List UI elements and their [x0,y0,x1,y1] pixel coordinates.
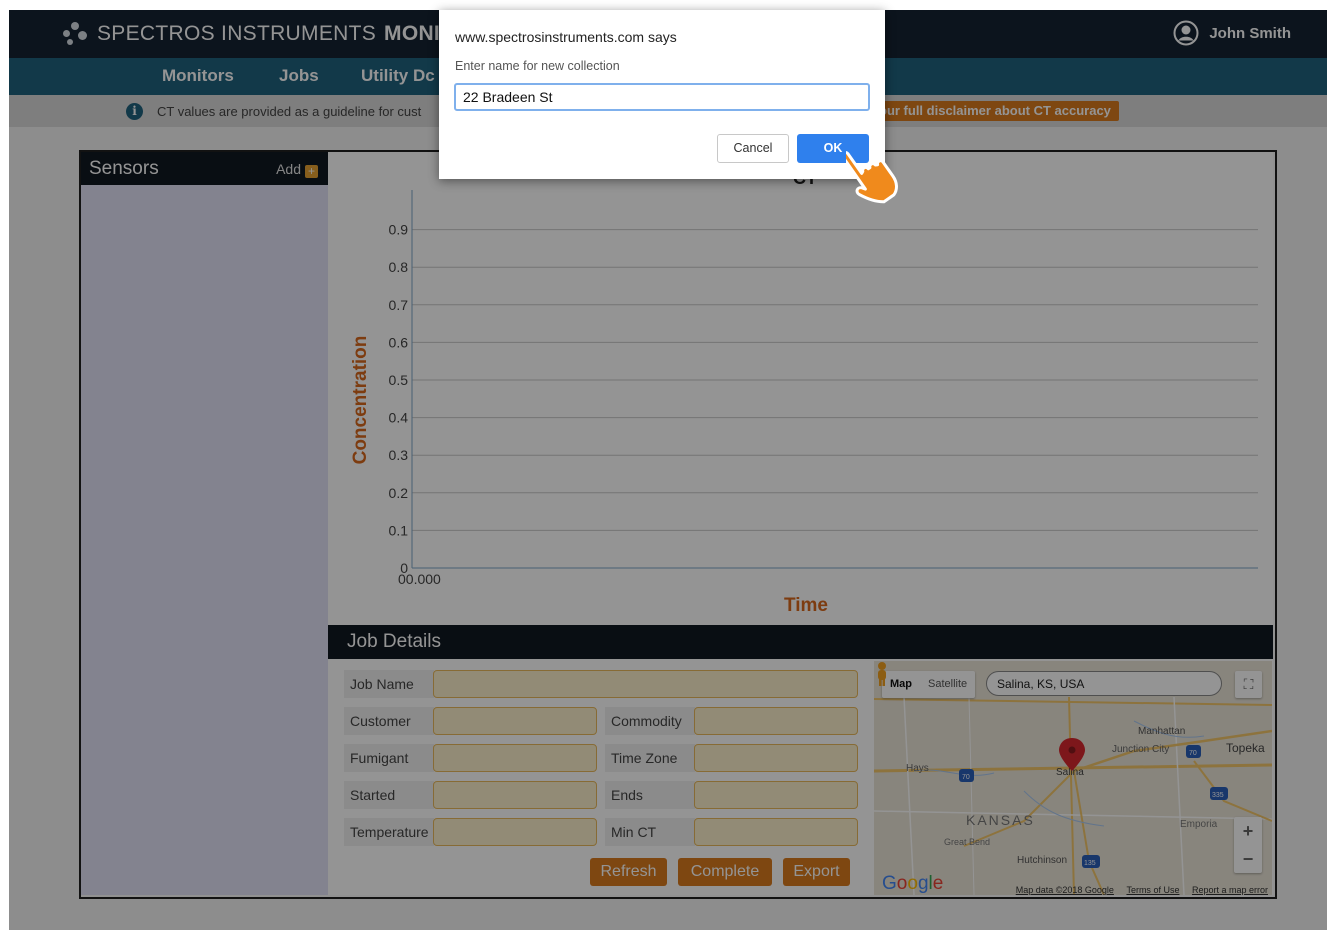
dialog-title: www.spectrosinstruments.com says [455,29,677,45]
collection-name-input[interactable]: 22 Bradeen St [454,83,870,111]
dialog-message: Enter name for new collection [455,59,620,73]
cancel-button[interactable]: Cancel [717,134,789,163]
pointer-cursor-icon [846,150,898,204]
prompt-dialog: www.spectrosinstruments.com says Enter n… [439,10,885,179]
